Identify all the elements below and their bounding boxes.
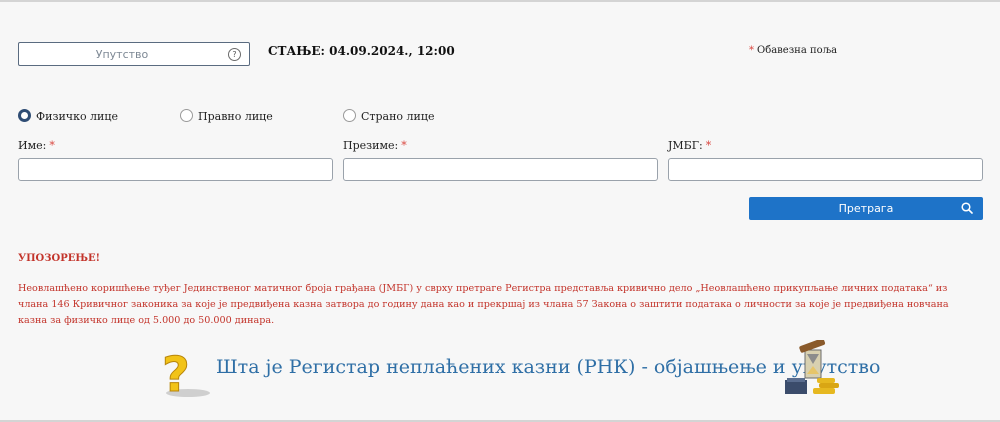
required-star: *	[49, 139, 55, 152]
warning-title: УПОЗОРЕЊЕ!	[18, 253, 100, 264]
radio-label: Страно лице	[361, 110, 435, 123]
radio-dot	[180, 109, 193, 122]
rnk-guide-link[interactable]: Шта је Регистар неплаћених казни (РНК) -…	[216, 356, 880, 378]
required-star: *	[705, 139, 712, 152]
first-name-label-text: Име:	[18, 139, 47, 152]
svg-text:?: ?	[162, 347, 190, 399]
first-name-input[interactable]	[18, 158, 333, 181]
question-mark-icon: ?	[162, 347, 210, 399]
justice-gavel-icon	[785, 340, 839, 394]
search-button[interactable]: Претрага	[749, 197, 983, 220]
radio-label: Правно лице	[198, 110, 273, 123]
radio-label: Физичко лице	[36, 110, 118, 123]
required-star: *	[401, 139, 407, 152]
required-note-text: Обавезна поља	[757, 45, 838, 56]
question-circle-icon: ?	[228, 48, 241, 61]
jmbg-input[interactable]	[668, 158, 983, 181]
warning-text: Неовлашћено коришћење туђег Јединственог…	[18, 283, 949, 326]
jmbg-label: ЈМБГ: *	[668, 139, 711, 152]
search-icon	[961, 202, 973, 214]
required-fields-note: * Обавезна поља	[749, 45, 837, 56]
last-name-label-text: Презиме:	[343, 139, 399, 152]
first-name-label: Име: *	[18, 139, 55, 152]
status-date: СТАЊЕ: 04.09.2024., 12:00	[268, 44, 455, 58]
radio-dot	[18, 109, 31, 122]
radio-dot	[343, 109, 356, 122]
last-name-label: Презиме: *	[343, 139, 407, 152]
guide-button-label: Упутство	[95, 48, 149, 61]
required-star: *	[749, 45, 754, 56]
jmbg-label-text: ЈМБГ:	[668, 139, 703, 152]
last-name-input[interactable]	[343, 158, 658, 181]
search-button-label: Претрага	[838, 202, 894, 215]
guide-button[interactable]: Упутство ?	[18, 42, 250, 66]
